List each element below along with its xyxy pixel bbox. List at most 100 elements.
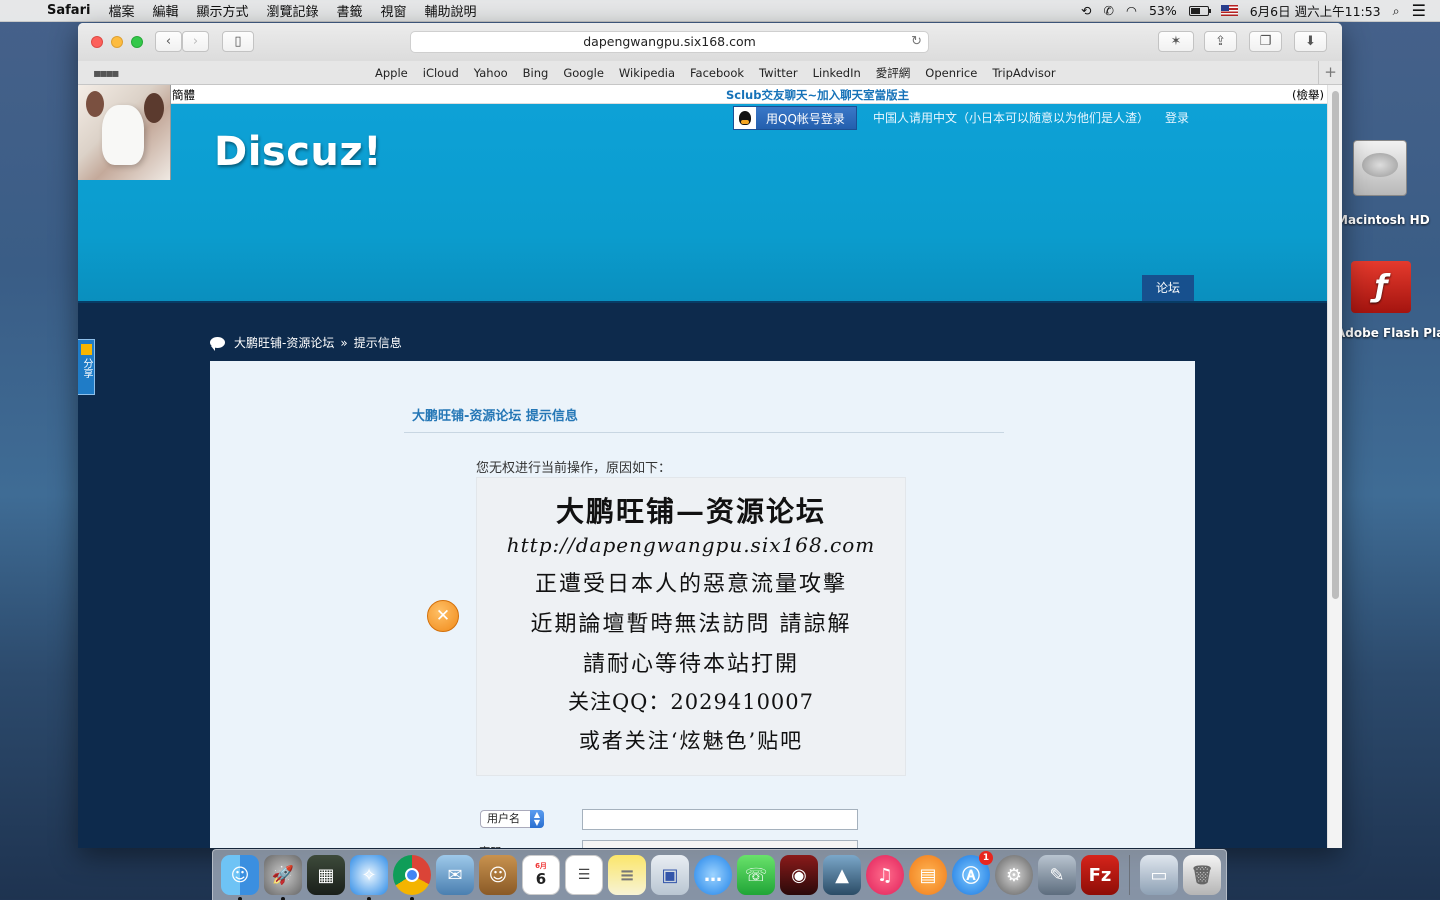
speech-bubble-icon — [210, 337, 225, 351]
share-side-tab[interactable]: 分享 — [78, 339, 95, 395]
finder-icon[interactable]: ☺ — [221, 855, 259, 900]
breadcrumb: 大鹏旺铺-资源论坛 » 提示信息 — [210, 334, 402, 351]
forward-button[interactable]: › — [182, 31, 209, 52]
input-source-flag-icon[interactable] — [1220, 5, 1238, 16]
report-link[interactable]: (檢舉) — [1292, 87, 1324, 103]
fav-twitter[interactable]: Twitter — [759, 66, 798, 80]
ibooks-icon[interactable]: ▤ — [909, 855, 947, 895]
safari-icon[interactable]: ✧ — [350, 855, 388, 900]
qq-login-label: 用QQ帐号登录 — [766, 111, 845, 126]
ad-photo[interactable] — [78, 85, 171, 180]
menu-help[interactable]: 輔助說明 — [416, 1, 486, 20]
fav-google[interactable]: Google — [563, 66, 604, 80]
menu-view[interactable]: 顯示方式 — [187, 1, 257, 20]
wifi-icon[interactable]: ◠ — [1126, 3, 1137, 18]
tabs-overview-icon[interactable]: ❐ — [1249, 31, 1282, 52]
menu-bar: Safari 檔案 編輯 顯示方式 瀏覽記錄 書籤 視窗 輔助說明 ⟲ ✆ ◠ … — [0, 0, 1440, 22]
menu-window[interactable]: 視窗 — [372, 1, 416, 20]
spotlight-search-icon[interactable]: ⌕ — [1393, 3, 1400, 19]
share-icon-small — [80, 344, 92, 355]
fav-linkedin[interactable]: LinkedIn — [813, 66, 861, 80]
menu-app-name[interactable]: Safari — [38, 3, 99, 18]
password-input[interactable] — [582, 840, 858, 848]
scrollbar-thumb[interactable] — [1332, 91, 1339, 599]
header-divider — [78, 301, 1327, 303]
top-sites-grid-icon[interactable]: ▪▪▪▪ — [93, 66, 119, 80]
close-window-button[interactable] — [91, 36, 103, 48]
notes-icon[interactable]: ≡ — [608, 855, 646, 895]
calendar-icon[interactable]: 6月 6 — [522, 855, 560, 895]
notice-line-qq: 关注QQ：2029410007 — [567, 690, 815, 714]
itunes-icon[interactable]: ♫ — [866, 855, 904, 895]
notice-image: 大鹏旺铺—资源论坛 http://dapengwangpu.six168.com… — [476, 477, 906, 776]
flash-installer-icon[interactable]: ƒ — [1351, 261, 1411, 313]
calendar-day: 6 — [535, 870, 547, 888]
reload-icon[interactable]: ↻ — [911, 32, 922, 52]
iphoto-icon[interactable]: ▲ — [823, 855, 861, 895]
select-arrows-icon: ▲ ▼ — [530, 810, 544, 828]
mission-control-icon[interactable]: ▦ — [307, 855, 345, 895]
contacts-icon[interactable]: ☺ — [479, 855, 517, 895]
clock[interactable]: 6月6日 週六上午11:53 — [1250, 1, 1381, 20]
photo-booth-icon[interactable]: ◉ — [780, 855, 818, 895]
fav-facebook[interactable]: Facebook — [690, 66, 744, 80]
messages-icon[interactable]: … — [694, 855, 732, 895]
app-store-icon[interactable]: Ⓐ 1 — [952, 851, 993, 895]
fav-bing[interactable]: Bing — [523, 66, 549, 80]
notification-center-icon[interactable]: ☰ — [1412, 1, 1426, 20]
notice-line-tieba: 或者关注‘炫魅色’贴吧 — [578, 729, 804, 753]
address-url: dapengwangpu.six168.com — [583, 34, 756, 49]
flash-installer-label[interactable]: Adobe Flash Player Installer — [1336, 325, 1440, 341]
minimize-window-button[interactable] — [111, 36, 123, 48]
error-close-icon: ✕ — [427, 600, 459, 632]
reader-icon[interactable]: ✶ — [1158, 31, 1194, 52]
address-bar[interactable]: dapengwangpu.six168.com ↻ — [410, 31, 929, 53]
downloads-stack-icon[interactable]: ▭ — [1140, 855, 1178, 895]
reminders-icon[interactable]: ☰ — [565, 855, 603, 895]
facetime-icon[interactable]: ☏ — [737, 855, 775, 895]
share-icon[interactable]: ⇪ — [1204, 31, 1237, 52]
fav-yahoo[interactable]: Yahoo — [474, 66, 508, 80]
fav-openrice[interactable]: Openrice — [925, 66, 977, 80]
qq-login-button[interactable]: 用QQ帐号登录 — [733, 106, 857, 130]
fullscreen-window-button[interactable] — [131, 36, 143, 48]
fav-openrice-review[interactable]: 愛評網 — [876, 65, 911, 81]
filezilla-icon[interactable]: Fz — [1081, 855, 1119, 895]
system-preferences-icon[interactable]: ⚙ — [995, 855, 1033, 895]
battery-icon[interactable] — [1188, 5, 1211, 16]
mail-icon[interactable]: ✉ — [436, 855, 474, 895]
menu-bookmarks[interactable]: 書籤 — [328, 1, 372, 20]
utilities-icon[interactable]: ✎ — [1038, 855, 1076, 895]
chinese-notice-link[interactable]: 中国人请用中文（小日本可以随意以为他们是人渣） — [873, 109, 1149, 126]
discuz-logo[interactable]: Discuz! — [214, 129, 382, 175]
menu-file[interactable]: 檔案 — [99, 1, 143, 20]
simplified-chinese-link[interactable]: 簡體 — [172, 87, 195, 103]
fav-tripadvisor[interactable]: TripAdvisor — [992, 66, 1055, 80]
preview-icon[interactable]: ▣ — [651, 855, 689, 895]
page-scrollbar[interactable] — [1327, 85, 1342, 848]
fav-wikipedia[interactable]: Wikipedia — [619, 66, 675, 80]
breadcrumb-forum[interactable]: 大鹏旺铺-资源论坛 — [234, 334, 334, 351]
battery-percent[interactable]: 53% — [1149, 3, 1177, 18]
timemachine-icon[interactable]: ⟲ — [1081, 3, 1091, 18]
message-panel: 大鹏旺铺-资源论坛 提示信息 您无权进行当前操作，原因如下： ✕ 大鹏旺铺—资源… — [210, 361, 1195, 848]
sidebar-toggle-button[interactable]: ▯ — [222, 31, 254, 52]
launchpad-icon[interactable]: 🚀 — [264, 855, 302, 900]
username-input[interactable] — [582, 809, 858, 830]
menu-edit[interactable]: 編輯 — [143, 1, 187, 20]
menu-history[interactable]: 瀏覽記錄 — [257, 1, 327, 20]
downloads-icon[interactable]: ⬇ — [1294, 31, 1327, 52]
phone-icon[interactable]: ✆ — [1104, 3, 1114, 18]
fav-apple[interactable]: Apple — [375, 66, 408, 80]
login-type-select[interactable]: 用户名 ▲ ▼ — [480, 810, 544, 828]
fav-icloud[interactable]: iCloud — [423, 66, 459, 80]
login-link[interactable]: 登录 — [1165, 109, 1189, 126]
nav-tab-forum[interactable]: 论坛 — [1142, 275, 1194, 302]
sclub-ad-link[interactable]: Sclub交友聊天~加入聊天室當版主 — [726, 87, 909, 103]
new-tab-button[interactable]: + — [1318, 61, 1342, 84]
chrome-icon[interactable] — [393, 855, 431, 900]
trash-icon[interactable]: 🗑 — [1183, 855, 1221, 895]
macintosh-hd-icon[interactable] — [1350, 140, 1410, 202]
macintosh-hd-label[interactable]: Macintosh HD — [1336, 213, 1440, 227]
back-button[interactable]: ‹ — [155, 31, 182, 52]
